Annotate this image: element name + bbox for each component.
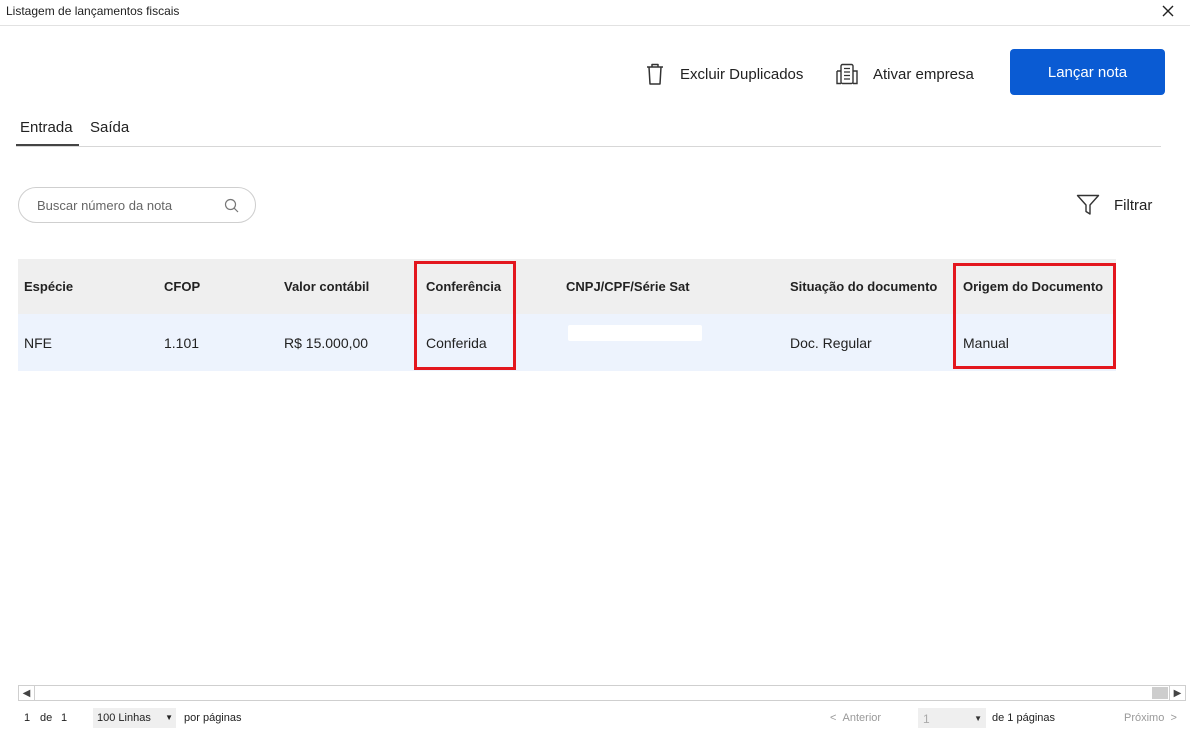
building-icon: [836, 63, 858, 85]
next-page-button[interactable]: Próximo >: [1124, 712, 1177, 724]
column-header-cfop[interactable]: CFOP: [164, 259, 200, 314]
window-title: Listagem de lançamentos fiscais: [6, 4, 180, 18]
excluir-duplicados-button[interactable]: Excluir Duplicados: [644, 60, 803, 88]
active-tab-indicator: [16, 144, 79, 146]
horizontal-scrollbar[interactable]: ◀ ▶: [18, 685, 1186, 701]
previous-page-label: Anterior: [842, 712, 882, 724]
table-header: Espécie CFOP Valor contábil Conferência …: [18, 259, 1116, 314]
filtrar-button[interactable]: Filtrar: [1076, 193, 1152, 217]
chevron-down-icon: ▼: [974, 714, 982, 723]
pagination-de: de: [40, 712, 53, 724]
filter-icon: [1076, 194, 1100, 215]
page-number-value: 1: [923, 712, 930, 726]
pagination-current: 1: [24, 712, 31, 724]
scroll-right-icon[interactable]: ▶: [1169, 686, 1185, 700]
total-pages-label: de 1 páginas: [992, 712, 1055, 724]
title-bar: Listagem de lançamentos fiscais: [0, 0, 1190, 26]
column-header-valor-contabil[interactable]: Valor contábil: [284, 259, 369, 314]
tab-saida[interactable]: Saída: [90, 119, 129, 136]
highlight-box-origem: [953, 263, 1116, 369]
previous-page-button[interactable]: < Anterior: [830, 712, 881, 724]
por-paginas-label: por páginas: [184, 712, 242, 724]
table-row[interactable]: NFE 1.101 R$ 15.000,00 Conferida Doc. Re…: [18, 314, 1116, 371]
scroll-left-icon[interactable]: ◀: [19, 686, 35, 700]
tab-entrada[interactable]: Entrada: [20, 119, 73, 136]
column-header-especie[interactable]: Espécie: [24, 259, 73, 314]
search-input[interactable]: [37, 196, 217, 214]
chevron-left-icon: <: [830, 712, 843, 724]
redacted-cnpj: [568, 325, 702, 341]
pagination-total: 1: [61, 712, 68, 724]
excluir-duplicados-label: Excluir Duplicados: [680, 65, 804, 83]
search-box: [18, 187, 256, 223]
scrollbar-thumb[interactable]: [1152, 687, 1168, 699]
cell-valor-contabil: R$ 15.000,00: [284, 334, 369, 351]
chevron-down-icon: ▼: [165, 713, 173, 722]
highlight-box-conferencia: [414, 261, 516, 370]
close-icon[interactable]: [1160, 3, 1176, 19]
search-icon[interactable]: [224, 198, 239, 213]
ativar-empresa-button[interactable]: Ativar empresa: [835, 60, 974, 88]
lancamentos-table: Espécie CFOP Valor contábil Conferência …: [18, 259, 1116, 371]
main-window: Listagem de lançamentos fiscais Excluir …: [0, 0, 1190, 733]
column-header-cnpj-cpf[interactable]: CNPJ/CPF/Série Sat: [566, 259, 690, 314]
lancar-nota-button[interactable]: Lançar nota: [1010, 49, 1165, 95]
chevron-right-icon: >: [1164, 712, 1177, 724]
tab-bar: Entrada Saída: [16, 112, 1161, 147]
page-number-select[interactable]: 1 ▼: [918, 708, 986, 728]
cell-cfop: 1.101: [164, 334, 200, 351]
ativar-empresa-label: Ativar empresa: [873, 65, 974, 83]
cell-situacao: Doc. Regular: [790, 334, 872, 351]
cell-especie: NFE: [24, 334, 52, 351]
pagination-bar: 1 de 1 100 Linhas ▼ por páginas < Anteri…: [0, 706, 1190, 730]
lines-per-page-select[interactable]: 100 Linhas ▼: [93, 708, 176, 728]
trash-icon: [647, 63, 663, 85]
filtrar-label: Filtrar: [1114, 196, 1153, 214]
next-page-label: Próximo: [1124, 712, 1165, 724]
column-header-situacao[interactable]: Situação do documento: [790, 259, 937, 314]
lines-per-page-value: 100 Linhas: [97, 712, 151, 724]
